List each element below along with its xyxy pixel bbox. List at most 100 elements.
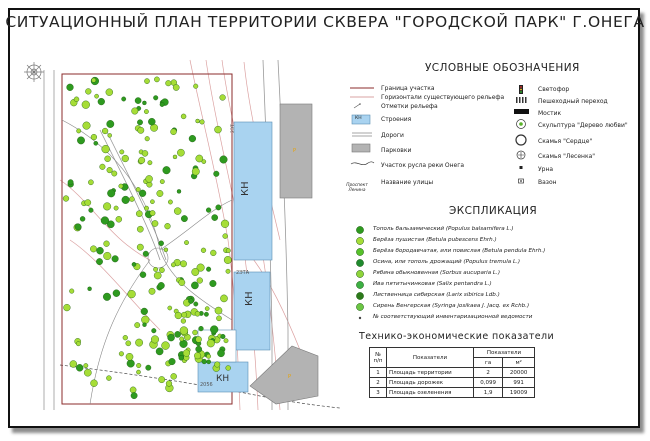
- tree-marker: [106, 167, 113, 174]
- tep-header-num: № п/п: [369, 347, 387, 368]
- tree-marker: [222, 233, 228, 239]
- tep-cell-ha: 0,099: [472, 377, 504, 388]
- building-mark-3: 2056: [200, 382, 213, 388]
- road-line-icon: [352, 132, 372, 137]
- legend-item-boundary: Граница участка: [381, 85, 435, 92]
- tree-marker: [170, 262, 176, 268]
- elevation-mark-icon: [353, 103, 361, 109]
- tree-marker: [203, 311, 209, 317]
- tree-marker: [220, 334, 226, 340]
- tree-marker: [180, 318, 187, 324]
- tree-marker: [102, 292, 111, 301]
- building-kn-3-label: КН: [216, 374, 229, 384]
- flowerpot-icon: [518, 178, 524, 184]
- tree-marker: [119, 149, 125, 155]
- tree-marker: [135, 338, 144, 347]
- tep-cell-name: Площадь дорожек: [386, 377, 474, 388]
- tree-marker: [161, 341, 170, 350]
- compass-icon: [24, 62, 44, 82]
- tree-marker: [97, 97, 105, 106]
- tree-marker: [195, 345, 202, 353]
- tree-marker: [192, 329, 198, 336]
- tree-marker: [191, 281, 199, 290]
- tree-marker: [167, 305, 173, 311]
- tree-marker: [223, 338, 229, 344]
- bridge-icon: [514, 109, 529, 114]
- traffic-light-icon: [519, 85, 523, 94]
- tree-marker: [145, 364, 152, 371]
- sculpture-icon: [516, 119, 526, 129]
- tree-marker: [167, 199, 173, 205]
- tree-marker: [170, 128, 177, 136]
- tree-marker: [151, 220, 159, 227]
- tree-marker: [107, 189, 116, 198]
- explication-tree-icon: [358, 316, 362, 320]
- tree-marker: [157, 282, 165, 290]
- tree-marker: [121, 195, 130, 204]
- tree-marker: [155, 347, 164, 356]
- tree-marker: [173, 207, 182, 215]
- tep-header-group: Показатели: [473, 347, 535, 358]
- legend-item-flowerpot: Вазон: [538, 179, 557, 186]
- explication-tree-icon: [356, 303, 364, 311]
- tree-marker: [174, 331, 181, 338]
- tree-marker: [134, 322, 141, 328]
- table-row: 1 Площадь территории 2 20000: [369, 367, 535, 378]
- tree-marker: [145, 175, 153, 183]
- tree-marker: [223, 256, 232, 264]
- tree-marker: [142, 100, 147, 106]
- tree-marker: [158, 240, 164, 247]
- explication-item-2: Берёза пушистая (Betula pubescens Ehrh.): [373, 237, 497, 243]
- tree-marker: [162, 166, 171, 175]
- tree-marker: [153, 95, 159, 101]
- legend-item-parking: Парковки: [381, 147, 412, 154]
- legend-item-heart-bench: Скамья "Сердце": [538, 138, 593, 145]
- legend-item-sculpture: Скульптура "Дерево любви": [538, 122, 628, 129]
- table-row: 2 Площадь дорожек 0,099 991: [369, 377, 535, 388]
- explication-title: ЭКСПЛИКАЦИЯ: [449, 205, 538, 217]
- explication-tree-icon: [356, 259, 364, 267]
- parking-rect-icon: [351, 143, 371, 153]
- tep-table: № п/п Показатели Показатели га м² 1 Площ…: [369, 347, 535, 398]
- tree-marker: [191, 167, 200, 176]
- tree-marker: [154, 76, 160, 83]
- tree-marker: [106, 375, 112, 381]
- tree-marker: [143, 109, 149, 115]
- tree-marker: [164, 223, 171, 230]
- tree-marker: [225, 365, 231, 371]
- tree-marker: [159, 179, 165, 185]
- tree-marker: [125, 340, 132, 347]
- tree-marker: [99, 163, 106, 170]
- explication-panel: ЭКСПЛИКАЦИЯ Тополь бальзамический (Popul…: [345, 203, 635, 333]
- tree-marker: [76, 341, 81, 347]
- tree-marker: [177, 148, 185, 157]
- tree-marker: [69, 288, 75, 294]
- tree-marker: [147, 160, 153, 166]
- tree-marker: [179, 336, 185, 342]
- tree-marker: [153, 266, 159, 272]
- tree-marker: [125, 352, 134, 361]
- tree-marker: [204, 306, 210, 311]
- tree-marker: [144, 205, 149, 211]
- tree-marker: [216, 315, 222, 322]
- legend-item-contour: Горизонтали существующего рельефа: [381, 94, 505, 101]
- tree-marker: [193, 83, 199, 89]
- tep-cell-ha: 1,9: [472, 387, 504, 398]
- tree-marker: [96, 258, 103, 265]
- explication-tree-icon: [356, 270, 364, 278]
- building-kn-2-label: КН: [244, 291, 255, 306]
- tree-marker: [163, 247, 169, 253]
- tree-marker: [170, 373, 177, 380]
- tree-marker: [180, 215, 188, 223]
- tree-marker: [180, 260, 187, 268]
- site-map: КН КН КН 2ЭТ 2ЭТА 2056 Р Р: [24, 59, 341, 411]
- legend-item-street: Название улицы: [381, 179, 434, 186]
- tree-marker: [93, 140, 99, 146]
- tree-marker: [215, 204, 222, 211]
- tree-marker: [217, 349, 225, 358]
- tep-panel: Технико-экономические показатели № п/п П…: [345, 331, 635, 421]
- tree-marker: [131, 107, 139, 115]
- tree-marker: [103, 240, 110, 247]
- tree-marker: [126, 359, 135, 368]
- tree-marker: [94, 93, 99, 99]
